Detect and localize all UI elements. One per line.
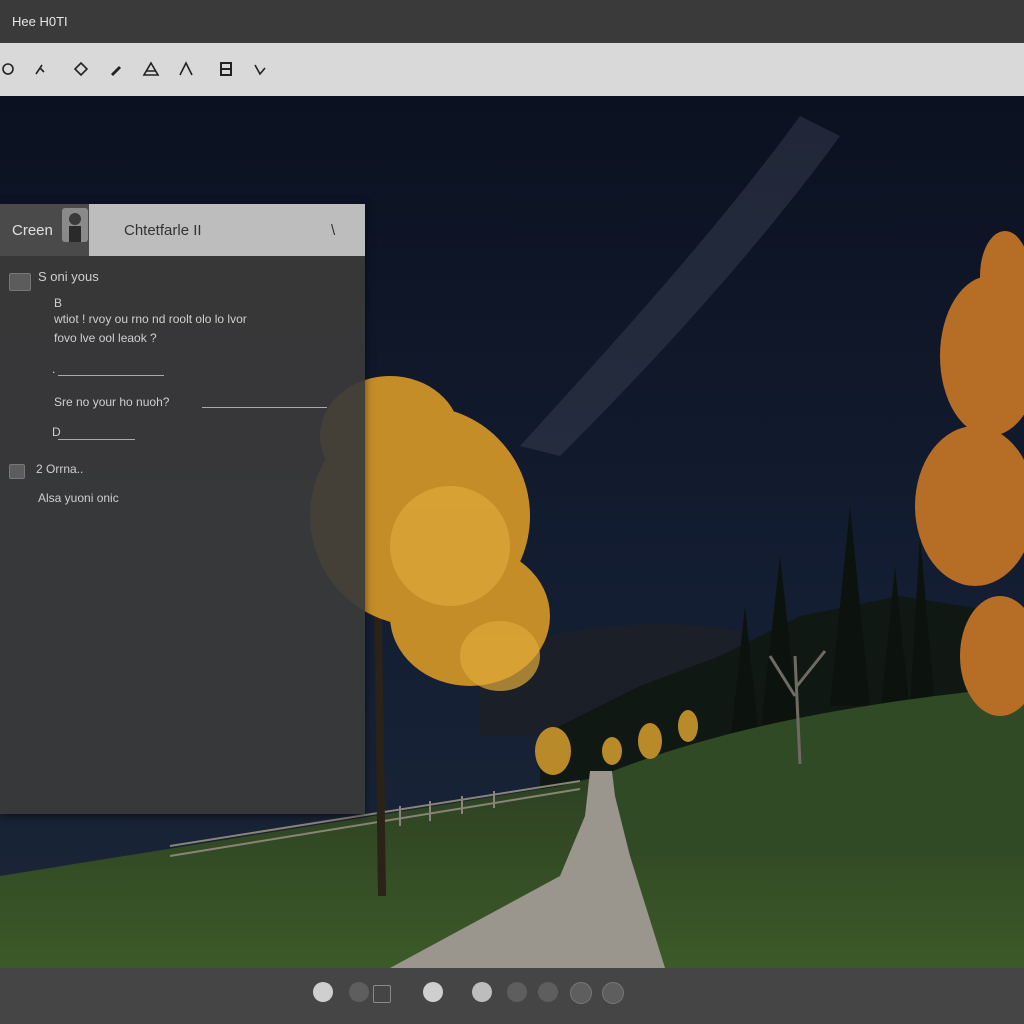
page-dot-6[interactable]	[538, 982, 558, 1002]
prompt-field[interactable]	[202, 407, 327, 408]
section2-subtext: Alsa yuoni onic	[38, 491, 119, 505]
toolbar	[0, 43, 1024, 97]
section2-icon	[9, 464, 25, 479]
avatar	[62, 208, 88, 242]
diamond-icon[interactable]	[69, 57, 93, 81]
question-dialog: Creen Chtetfarle II \ S oni yous B wtiot…	[0, 204, 365, 814]
title-bar: Hee H0TI	[0, 0, 1024, 43]
section1-heading: S oni yous	[38, 269, 99, 284]
prompt-text: Sre no your ho nuoh?	[54, 395, 170, 409]
pencil-icon[interactable]	[104, 57, 128, 81]
dialog-tab[interactable]: Creen	[0, 204, 89, 256]
page-dot-7[interactable]	[570, 982, 592, 1004]
box-icon[interactable]	[214, 57, 238, 81]
page-dot-5[interactable]	[507, 982, 527, 1002]
page-dot-8[interactable]	[602, 982, 624, 1004]
answer2-field[interactable]	[58, 439, 135, 440]
page-dot-4[interactable]	[472, 982, 492, 1002]
answer-field[interactable]	[58, 375, 164, 376]
page-icon[interactable]	[373, 985, 391, 1003]
dialog-tab-label: Creen	[12, 222, 53, 239]
question-line-2: fovo lve ool leaok ?	[54, 331, 157, 345]
circle-icon[interactable]	[0, 57, 20, 81]
window-title: Hee H0TI	[12, 14, 68, 29]
check-icon[interactable]	[248, 57, 272, 81]
page-dot-3[interactable]	[423, 982, 443, 1002]
question-line-1: wtiot ! rvoy ou rno nd roolt olo lo lvor	[54, 312, 247, 326]
section1-marker: B	[54, 296, 63, 310]
caret-up-icon[interactable]	[174, 57, 198, 81]
triangle-icon[interactable]	[139, 57, 163, 81]
answer2-prefix: D	[52, 425, 61, 439]
close-icon[interactable]: \	[331, 222, 335, 239]
section2-heading: 2 Orrna..	[36, 462, 84, 476]
answer-prefix: .	[52, 362, 56, 376]
page-dot-1[interactable]	[313, 982, 333, 1002]
dialog-title: Chtetfarle II	[124, 222, 202, 239]
page-dot-2[interactable]	[349, 982, 369, 1002]
section-icon	[9, 273, 31, 291]
dialog-header: Creen Chtetfarle II \	[0, 204, 365, 256]
bottom-bar	[0, 968, 1024, 1024]
run-icon[interactable]	[28, 57, 52, 81]
